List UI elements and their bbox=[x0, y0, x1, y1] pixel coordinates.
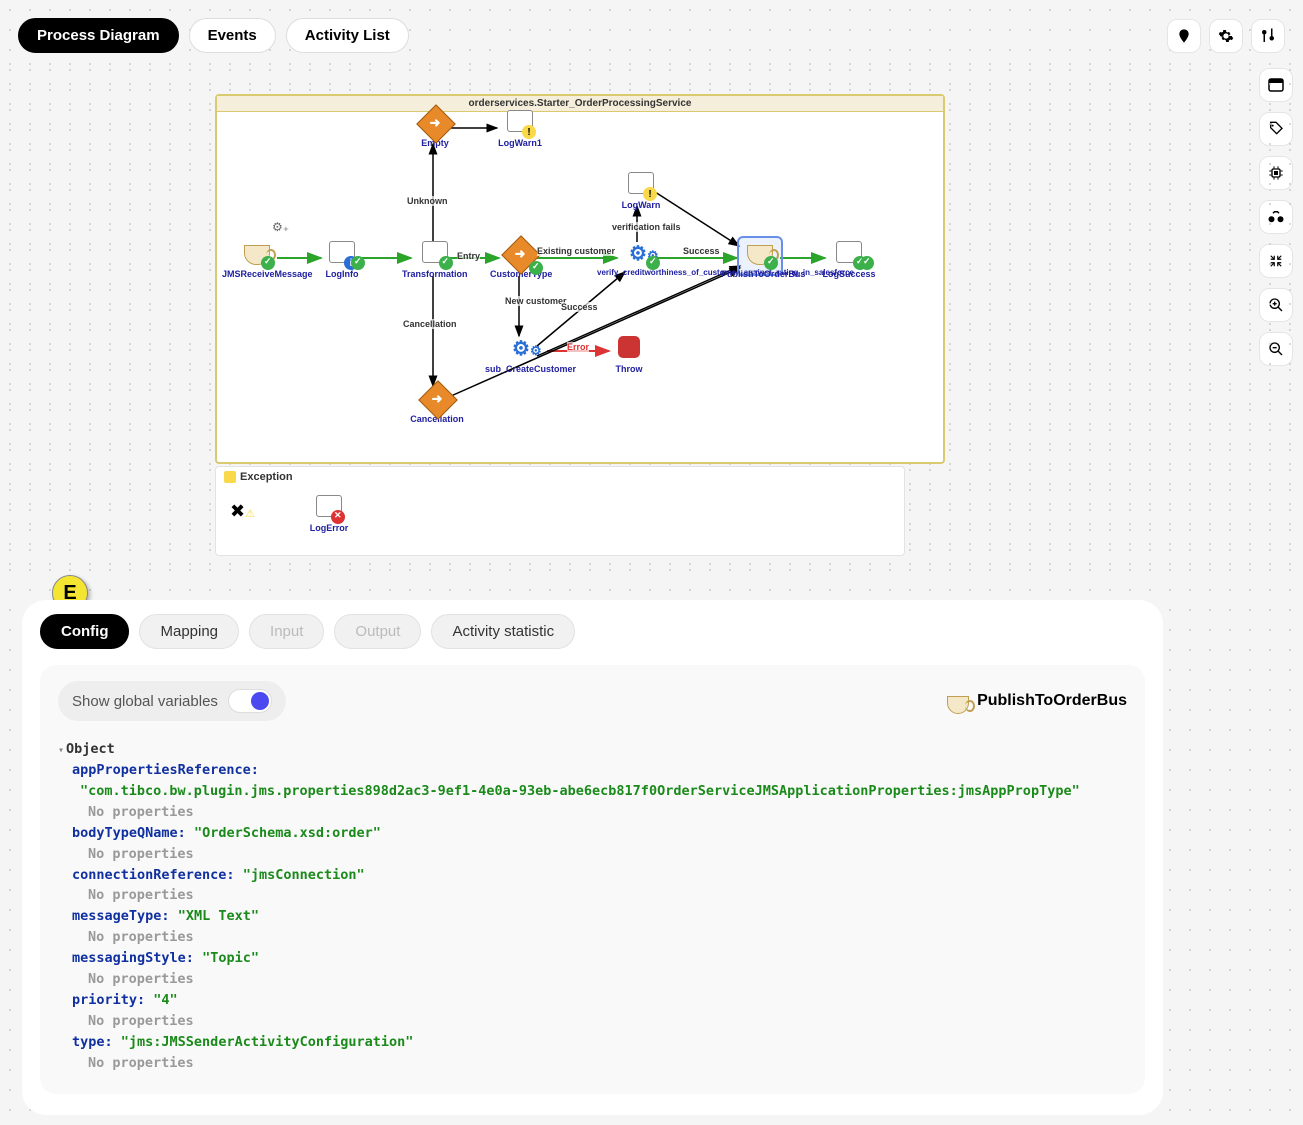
node-empty[interactable]: ➜ Empty bbox=[415, 110, 455, 148]
edge-unknown: Unknown bbox=[407, 196, 448, 206]
edge-verfails: verification fails bbox=[612, 222, 681, 232]
tab-mapping[interactable]: Mapping bbox=[139, 614, 239, 649]
tab-input[interactable]: Input bbox=[249, 614, 324, 649]
tab-events[interactable]: Events bbox=[189, 18, 276, 53]
tab-activity-statistic[interactable]: Activity statistic bbox=[431, 614, 575, 649]
node-throw[interactable]: Throw bbox=[609, 336, 649, 374]
config-tree[interactable]: ▾ObjectappPropertiesReference:"com.tibco… bbox=[58, 739, 1127, 1074]
activity-name-header: PublishToOrderBus bbox=[947, 692, 1127, 710]
process-container: orderservices.Starter_OrderProcessingSer… bbox=[215, 94, 945, 464]
properties-tabs: Config Mapping Input Output Activity sta… bbox=[40, 614, 1145, 649]
config-panel-body: Show global variables PublishToOrderBus … bbox=[40, 665, 1145, 1094]
global-vars-label: Show global variables bbox=[72, 693, 218, 710]
edge-error: Error bbox=[567, 342, 589, 352]
process-title: orderservices.Starter_OrderProcessingSer… bbox=[217, 96, 943, 112]
global-vars-toggle[interactable]: Show global variables bbox=[58, 681, 286, 721]
diagram-canvas[interactable]: orderservices.Starter_OrderProcessingSer… bbox=[0, 54, 1303, 574]
teacup-icon bbox=[947, 696, 969, 714]
properties-panel: Config Mapping Input Output Activity sta… bbox=[22, 600, 1163, 1115]
tab-activity-list[interactable]: Activity List bbox=[286, 18, 409, 53]
tab-process-diagram[interactable]: Process Diagram bbox=[18, 18, 179, 53]
node-loginfo[interactable]: i LogInfo bbox=[317, 241, 367, 279]
edge-entry: Entry bbox=[457, 251, 480, 261]
edge-success2: Success bbox=[561, 302, 598, 312]
edge-newcust: New customer bbox=[505, 296, 567, 306]
gear-icon[interactable]: ⚙₊ bbox=[272, 220, 289, 234]
node-logsuccess[interactable]: LogSuccess bbox=[819, 241, 879, 279]
node-cancellation[interactable]: ➜ Cancellation bbox=[407, 386, 467, 424]
edge-existing: Existing customer bbox=[537, 246, 615, 256]
node-jmsreceive[interactable]: JMSReceiveMessage bbox=[222, 241, 292, 279]
node-logwarn[interactable]: ! LogWarn bbox=[617, 172, 665, 210]
edge-success1: Success bbox=[683, 246, 720, 256]
exception-start-icon[interactable]: ✖⚠ bbox=[230, 501, 255, 522]
node-publish[interactable]: PublishToOrderBus bbox=[721, 241, 799, 279]
advanced-settings-icon[interactable] bbox=[1251, 19, 1285, 53]
marker-icon[interactable] bbox=[1167, 19, 1201, 53]
settings-icon[interactable] bbox=[1209, 19, 1243, 53]
node-subcreate[interactable]: ⚙⚙ sub_CreateCustomer bbox=[485, 336, 565, 374]
node-logwarn1[interactable]: ! LogWarn1 bbox=[495, 110, 545, 148]
tab-config[interactable]: Config bbox=[40, 614, 129, 649]
edge-cancel: Cancellation bbox=[403, 319, 457, 329]
toggle-switch[interactable] bbox=[228, 689, 272, 713]
tab-output[interactable]: Output bbox=[334, 614, 421, 649]
node-logerror[interactable]: LogError bbox=[304, 495, 354, 533]
exception-container: Exception ✖⚠ LogError bbox=[215, 466, 905, 556]
exception-title: Exception bbox=[224, 471, 896, 483]
